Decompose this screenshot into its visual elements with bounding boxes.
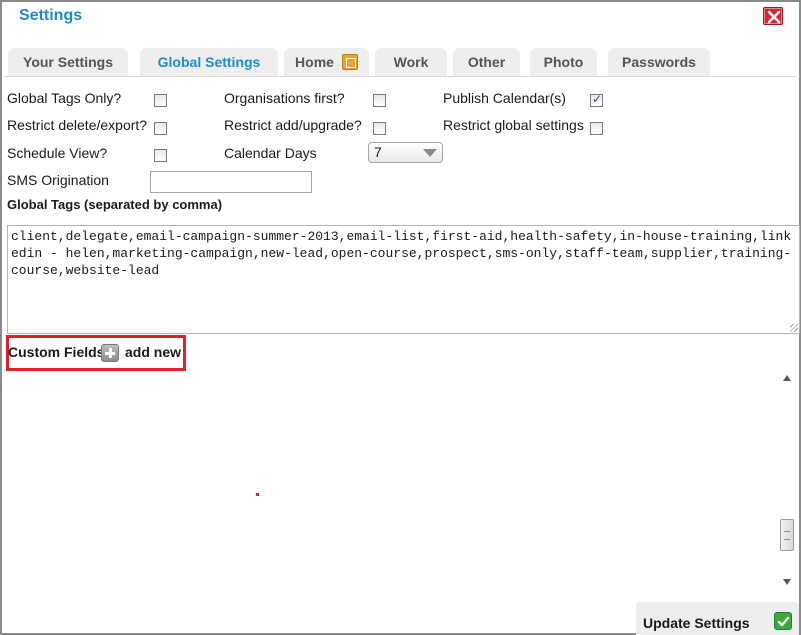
restrict-add-upgrade-label: Restrict add/upgrade? bbox=[224, 117, 362, 133]
tab-label: Work bbox=[393, 54, 429, 70]
scroll-up-icon[interactable] bbox=[783, 375, 791, 381]
title-bar: Settings bbox=[2, 2, 799, 32]
tab-label: Photo bbox=[543, 54, 584, 70]
calendar-days-select[interactable]: 7 bbox=[368, 142, 443, 163]
close-icon bbox=[767, 10, 781, 24]
restrict-global-settings-label: Restrict global settings bbox=[443, 117, 584, 133]
chevron-down-icon bbox=[423, 149, 437, 157]
cursor-marker bbox=[256, 493, 259, 496]
add-new-link[interactable]: add new bbox=[125, 344, 181, 360]
tab-your-settings[interactable]: Your Settings bbox=[8, 48, 128, 76]
tab-other[interactable]: Other bbox=[453, 48, 520, 76]
tab-photo[interactable]: Photo bbox=[530, 48, 597, 76]
publish-calendar-checkbox[interactable] bbox=[590, 92, 603, 107]
calendar-days-value: 7 bbox=[374, 144, 382, 160]
scroll-thumb[interactable] bbox=[780, 519, 794, 551]
tab-passwords[interactable]: Passwords bbox=[608, 48, 710, 76]
update-settings-button[interactable]: Update Settings bbox=[636, 602, 799, 635]
global-tags-textarea[interactable]: client,delegate,email-campaign-summer-20… bbox=[7, 225, 800, 334]
plus-icon[interactable] bbox=[101, 344, 119, 362]
sms-origination-label: SMS Origination bbox=[7, 172, 109, 188]
publish-calendar-label: Publish Calendar(s) bbox=[443, 90, 566, 106]
settings-dialog: Settings Your Settings Global Settings H… bbox=[0, 0, 801, 635]
restrict-delete-export-checkbox[interactable] bbox=[154, 122, 167, 135]
settings-tabs: Your Settings Global Settings Home Work … bbox=[8, 48, 798, 76]
checkmark-icon bbox=[774, 612, 792, 630]
global-tags-only-checkbox[interactable] bbox=[154, 94, 167, 107]
schedule-view-checkbox[interactable] bbox=[154, 149, 167, 162]
update-settings-label: Update Settings bbox=[643, 615, 750, 631]
restrict-global-settings-checkbox[interactable] bbox=[590, 122, 603, 135]
tab-home[interactable]: Home bbox=[284, 48, 369, 76]
custom-fields-scrollbar[interactable] bbox=[779, 371, 796, 589]
tab-label: Global Settings bbox=[157, 54, 261, 70]
edit-icon[interactable] bbox=[341, 54, 358, 71]
organisations-first-label: Organisations first? bbox=[224, 90, 345, 106]
schedule-view-label: Schedule View? bbox=[7, 145, 108, 161]
global-tags-only-label: Global Tags Only? bbox=[7, 90, 122, 106]
tab-label: Passwords bbox=[622, 54, 696, 70]
organisations-first-checkbox[interactable] bbox=[373, 94, 386, 107]
calendar-days-label: Calendar Days bbox=[224, 145, 317, 161]
restrict-delete-export-label: Restrict delete/export? bbox=[7, 117, 148, 133]
global-tags-heading: Global Tags (separated by comma) bbox=[7, 197, 223, 212]
restrict-add-upgrade-checkbox[interactable] bbox=[373, 122, 386, 135]
sms-origination-input[interactable] bbox=[150, 171, 312, 193]
dialog-title: Settings bbox=[19, 7, 83, 24]
tab-label: Your Settings bbox=[23, 54, 113, 70]
tab-work[interactable]: Work bbox=[375, 48, 447, 76]
resize-grip-icon[interactable] bbox=[790, 324, 798, 332]
tab-global-settings[interactable]: Global Settings bbox=[140, 48, 278, 76]
global-tags-text: client,delegate,email-campaign-summer-20… bbox=[11, 229, 792, 278]
custom-fields-label: Custom Fields bbox=[8, 344, 105, 360]
scroll-down-icon[interactable] bbox=[783, 579, 791, 585]
close-button[interactable] bbox=[763, 7, 783, 25]
tab-label: Other bbox=[467, 54, 506, 70]
tab-label: Home bbox=[295, 54, 334, 70]
tab-divider bbox=[4, 76, 797, 77]
